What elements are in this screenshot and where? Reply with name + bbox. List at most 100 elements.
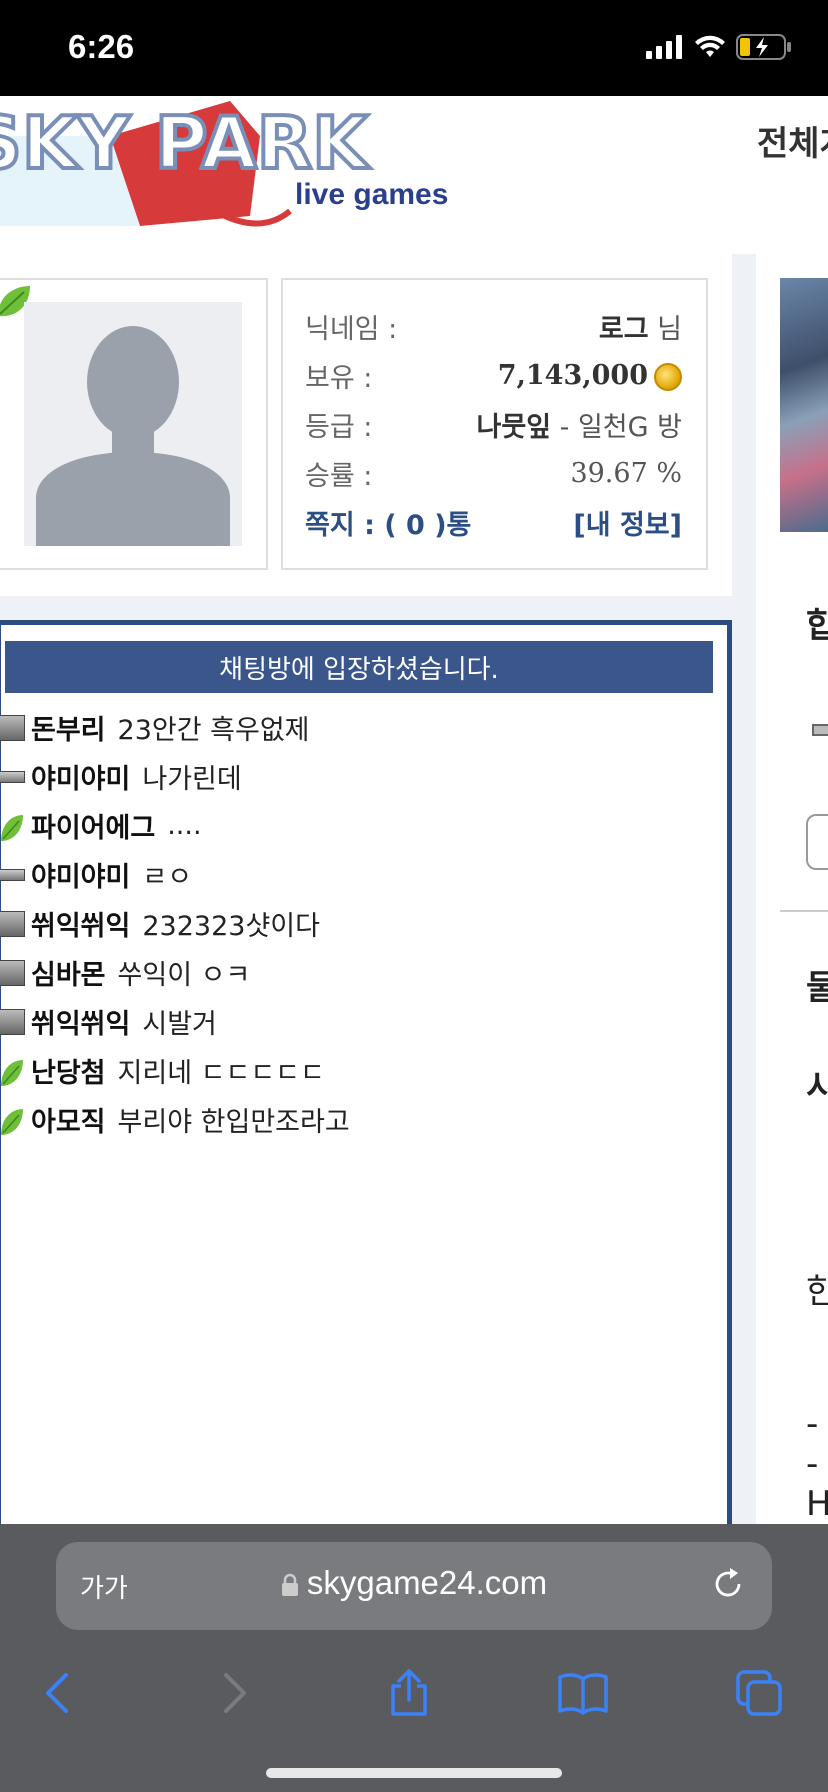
back-button[interactable]	[22, 1658, 92, 1728]
wifi-icon	[695, 35, 725, 57]
header-menu-all-games[interactable]: 전체게임	[757, 116, 828, 165]
chat-text: 나가린데	[142, 764, 242, 795]
avatar	[24, 302, 242, 546]
chat-nickname[interactable]: 심바몬	[31, 953, 106, 992]
leaf-level-icon	[0, 813, 25, 841]
right-divider	[780, 910, 828, 912]
forward-button[interactable]	[200, 1658, 270, 1728]
right-column: 합 물 시 한 -- H	[756, 254, 828, 1524]
block-level-icon	[0, 959, 25, 986]
address-bar[interactable]: 가가 skygame24.com	[56, 1542, 772, 1630]
chevron-right-icon	[224, 1673, 246, 1713]
chat-nickname[interactable]: 난당첨	[31, 1051, 106, 1090]
svg-text:live games: live games	[295, 178, 448, 211]
url-text: skygame24.com	[306, 1564, 548, 1601]
chat-nickname[interactable]: 쒸익쒸익	[31, 1002, 130, 1041]
chat-message: 난당첨 지리네 ㄷㄷㄷㄷㄷ	[1, 1046, 721, 1095]
grade-value: 나뭇잎	[476, 412, 552, 443]
chat-list: 돈부리 23안간 흑우없제야미야미 나가린데파이어에그.... 야미야미 ㄹㅇ 쒸익쒸익 2…	[0, 703, 721, 1144]
tabs-button[interactable]	[724, 1658, 794, 1728]
chat-message: 야미야미 나가린데	[0, 752, 721, 801]
balance-value: 7,143,000	[497, 360, 648, 391]
nickname-suffix: 님	[657, 314, 682, 345]
user-info-box: 닉네임 : 로그 님 보유 : 7,143,000 등급 : 나뭇잎 - 일천G…	[281, 278, 708, 570]
home-indicator	[266, 1768, 562, 1778]
chat-text: 23안간 흑우없제	[117, 715, 310, 746]
right-text-2: --	[806, 1404, 819, 1484]
right-text-3: H	[806, 1484, 828, 1524]
flat-level-icon	[0, 770, 25, 783]
default-user-icon	[36, 326, 230, 546]
chat-nickname[interactable]: 아모직	[31, 1100, 106, 1139]
nickname-row: 닉네임 : 로그 님	[305, 302, 682, 351]
messages-row: 쪽지 : ( 0 )통 [내 정보]	[305, 498, 682, 547]
reload-icon[interactable]	[708, 1564, 748, 1604]
share-button[interactable]	[374, 1658, 444, 1728]
balance-row: 보유 : 7,143,000	[305, 351, 682, 400]
chat-message: 심바몬 쑤익이 ㅇㅋ	[0, 948, 721, 997]
safari-toolbar	[0, 1658, 828, 1748]
share-icon	[391, 1669, 427, 1716]
status-time: 6:26	[68, 28, 135, 65]
book-icon	[558, 1673, 608, 1715]
balance-label: 보유 :	[305, 363, 373, 394]
lock-icon	[281, 1574, 298, 1597]
status-bar: 6:26	[0, 0, 828, 96]
chat-message: 돈부리 23안간 흑우없제	[0, 703, 721, 752]
svg-text:SKY PARK: SKY PARK	[0, 101, 370, 185]
flat-level-icon	[0, 868, 25, 881]
right-text-1: 한	[806, 1272, 828, 1312]
right-heading-3: 시	[806, 1068, 828, 1108]
bookmarks-button[interactable]	[548, 1658, 618, 1728]
coin-icon	[654, 362, 682, 391]
tabs-icon	[736, 1670, 782, 1716]
sky-park-logo[interactable]: SKY PARK live games	[0, 96, 470, 246]
chat-text: ㄹㅇ	[142, 862, 193, 893]
chat-nickname[interactable]: 파이어에그	[31, 806, 155, 845]
chat-message: 파이어에그....	[1, 801, 721, 850]
nickname-label: 닉네임 :	[305, 314, 398, 345]
grade-label: 등급 :	[305, 412, 373, 443]
chat-header: 채팅방에 입장하셨습니다.	[5, 641, 713, 693]
grade-row: 등급 : 나뭇잎 - 일천G 방	[305, 400, 682, 449]
chat-message: 쒸익쒸익 232323샷이다	[0, 899, 721, 948]
chat-text: 부리야 한입만조라고	[117, 1107, 350, 1138]
chat-text: 쑤익이 ㅇㅋ	[117, 960, 251, 991]
right-heading-2: 물	[806, 968, 828, 1008]
right-button[interactable]	[806, 814, 828, 870]
chat-message: 쒸익쒸익 시발거	[0, 997, 721, 1046]
block-level-icon	[0, 910, 25, 937]
block-level-icon	[0, 1008, 25, 1035]
site-header: SKY PARK live games 전체게임	[0, 96, 828, 254]
profile-area: 닉네임 : 로그 님 보유 : 7,143,000 등급 : 나뭇잎 - 일천G…	[0, 254, 732, 596]
leaf-level-icon	[0, 1058, 25, 1086]
winrate-label: 승률 :	[305, 461, 373, 492]
chat-text: 시발거	[142, 1009, 217, 1040]
winrate-row: 승률 : 39.67 %	[305, 449, 682, 498]
game-thumbnail[interactable]	[780, 278, 828, 532]
grade-room: - 일천G 방	[559, 412, 682, 443]
cellular-signal-icon	[646, 35, 682, 59]
status-icons	[646, 34, 792, 60]
chevron-left-icon	[46, 1673, 68, 1713]
safari-bottom-bar: 가가 skygame24.com	[0, 1524, 828, 1792]
chat-nickname[interactable]: 야미야미	[31, 757, 130, 796]
block-level-icon	[0, 714, 25, 741]
chat-text: ....	[167, 810, 202, 841]
my-info-link[interactable]: [내 정보]	[573, 503, 682, 542]
chat-nickname[interactable]: 돈부리	[31, 708, 106, 747]
chat-message: 야미야미 ㄹㅇ	[0, 850, 721, 899]
nickname-value: 로그	[598, 314, 649, 345]
chat-nickname[interactable]: 쒸익쒸익	[31, 904, 130, 943]
right-level-icon	[812, 724, 828, 736]
chat-nickname[interactable]: 야미야미	[31, 855, 130, 894]
chat-text: 지리네 ㄷㄷㄷㄷㄷ	[117, 1058, 325, 1089]
url-display[interactable]: skygame24.com	[56, 1564, 772, 1602]
winrate-value: 39.67 %	[570, 458, 682, 489]
chat-text: 232323샷이다	[142, 911, 320, 942]
messages-link[interactable]: 쪽지 : ( 0 )통	[305, 503, 471, 542]
battery-charging-icon	[736, 34, 791, 60]
avatar-box	[0, 278, 268, 570]
leaf-level-icon	[0, 1107, 25, 1135]
chat-message: 아모직 부리야 한입만조라고	[1, 1095, 721, 1144]
